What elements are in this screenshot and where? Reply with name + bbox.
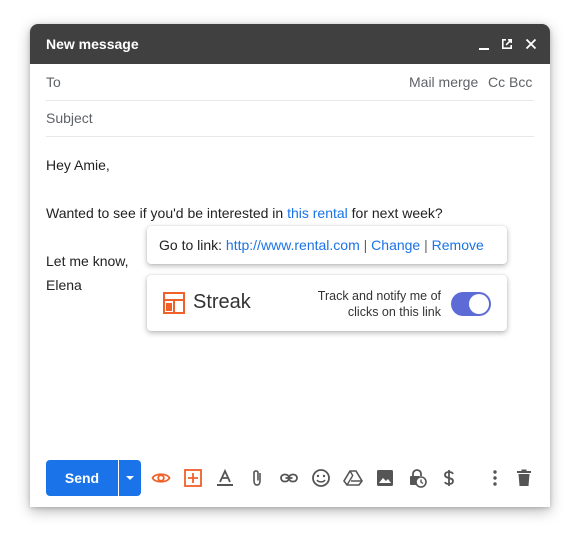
track-text: Track and notify me of clicks on this li… (318, 288, 441, 320)
track-line1: Track and notify me of (317, 289, 441, 303)
close-icon[interactable] (523, 36, 539, 52)
chevron-down-icon (126, 476, 134, 480)
link-icon[interactable] (279, 468, 299, 488)
body-line1-after: for next week? (347, 205, 443, 221)
change-link-button[interactable]: Change (371, 237, 420, 253)
separator: | (420, 237, 432, 253)
popout-icon[interactable] (499, 36, 515, 52)
toggle-knob (469, 294, 489, 314)
streak-popup: Streak Track and notify me of clicks on … (147, 275, 507, 331)
trash-icon[interactable] (514, 468, 534, 488)
streak-brand: Streak (193, 291, 251, 313)
body-line1: Wanted to see if you'd be interested in … (46, 205, 443, 221)
go-to-link-label: Go to link: (159, 237, 226, 253)
body-greeting: Hey Amie, (46, 157, 110, 173)
image-icon[interactable] (375, 468, 395, 488)
rental-link[interactable]: this rental (287, 205, 348, 221)
link-url[interactable]: http://www.rental.com (226, 237, 360, 253)
streak-logo-icon (163, 292, 185, 314)
body-line1-before: Wanted to see if you'd be interested in (46, 205, 288, 221)
send-button[interactable]: Send (46, 460, 118, 496)
link-popup-row: Go to link: http://www.rental.com | Chan… (159, 237, 484, 253)
separator: | (359, 237, 372, 253)
attach-icon[interactable] (247, 468, 267, 488)
track-line2: clicks on this link (347, 305, 441, 319)
subject-field[interactable]: Subject (46, 100, 534, 137)
body-signature: Elena (46, 277, 82, 293)
more-options-icon[interactable] (485, 468, 505, 488)
subject-placeholder: Subject (46, 110, 93, 126)
track-clicks-toggle[interactable] (451, 292, 491, 316)
compose-titlebar: New message (30, 24, 550, 64)
link-popup: Go to link: http://www.rental.com | Chan… (147, 226, 507, 264)
compose-title: New message (46, 36, 139, 52)
minimize-icon[interactable] (476, 36, 492, 52)
to-label: To (46, 74, 61, 90)
format-text-icon[interactable] (215, 468, 235, 488)
compose-window: New message To Mail merge Cc Bcc Subject… (30, 24, 550, 507)
streak-add-icon[interactable] (183, 468, 203, 488)
send-options-button[interactable] (119, 460, 141, 496)
emoji-icon[interactable] (311, 468, 331, 488)
remove-link-button[interactable]: Remove (432, 237, 484, 253)
money-icon[interactable] (439, 468, 459, 488)
cc-bcc-button[interactable]: Cc Bcc (488, 74, 532, 90)
confidential-icon[interactable] (407, 468, 427, 488)
drive-icon[interactable] (343, 468, 363, 488)
eye-icon[interactable] (151, 468, 171, 488)
to-field[interactable]: To Mail merge Cc Bcc (46, 64, 534, 101)
mail-merge-button[interactable]: Mail merge (409, 74, 478, 90)
body-closing: Let me know, (46, 253, 129, 269)
